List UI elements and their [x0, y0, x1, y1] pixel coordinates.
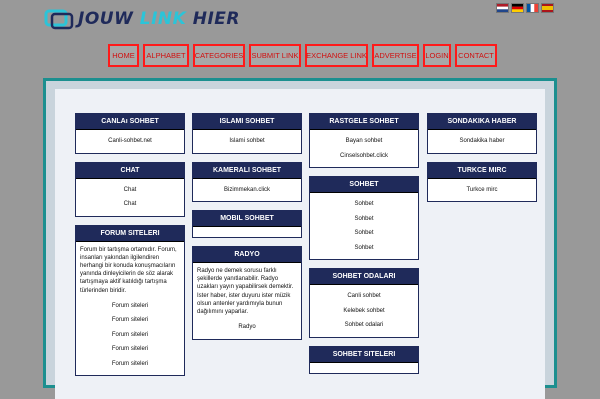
nav-home[interactable]: HOME — [108, 44, 139, 67]
content-area: CANLAı SOHBET Canli-sohbet.net CHAT Chat Cha… — [55, 89, 545, 399]
site-link[interactable]: Bizimmekan.click — [195, 183, 299, 198]
category-links: Forum bir tartışma ortamıdır. Forum, ins… — [76, 242, 184, 376]
category-links: Sohbet Sohbet Sohbet Sohbet — [310, 193, 418, 259]
site-link[interactable]: Forum siteleri — [78, 313, 182, 328]
category-links — [193, 227, 301, 237]
content-frame: CANLAı SOHBET Canli-sohbet.net CHAT Chat Cha… — [43, 78, 557, 399]
site-link[interactable]: Turkce mirc — [430, 183, 534, 198]
spain-flag-icon[interactable] — [541, 3, 554, 13]
nav-login[interactable]: LOGIN — [423, 44, 451, 67]
site-link[interactable]: Sohbet — [312, 197, 416, 212]
category-box-turkce-mirc: TURKCE MIRC Turkce mirc — [427, 161, 537, 202]
column-4: SONDAKIKA HABER Sondakika haber TURKCE MIR… — [427, 113, 537, 210]
site-link[interactable]: Sohbet — [312, 226, 416, 241]
nav-alphabet[interactable]: ALPHABET — [143, 44, 189, 67]
site-link[interactable]: Bayan sohbet — [312, 134, 416, 149]
site-link[interactable]: Forum siteleri — [78, 342, 182, 357]
category-title[interactable]: KAMERALI SOHBET — [193, 162, 301, 179]
nav-categories[interactable]: CATEGORIES — [193, 44, 245, 67]
category-box-forum-siteleri: FORUM SITELERI Forum bir tartışma ortamıd… — [75, 224, 185, 377]
category-title[interactable]: CHAT — [76, 162, 184, 179]
site-logo[interactable]: JOUW LINK HIER — [44, 7, 240, 31]
category-links: Sondakika haber — [428, 130, 536, 153]
nav-submit-link[interactable]: SUBMIT LINK — [249, 44, 301, 67]
site-link[interactable]: Sohbet — [312, 212, 416, 227]
category-links: Canli sohbet Kelebek sohbet Sohbet odalari — [310, 285, 418, 337]
nav-advertise[interactable]: ADVERTISE — [372, 44, 419, 67]
column-2: ISLAMI SOHBET Islami sohbet KAMERALI SOHBE… — [192, 113, 302, 348]
france-flag-icon[interactable] — [526, 3, 539, 13]
category-links: Radyo ne demek sorusu farklı şekillerde … — [193, 263, 301, 339]
column-3: RASTGELE SOHBET Bayan sohbet Cinselsohbet.… — [309, 113, 419, 382]
site-link[interactable]: Canli-sohbet.net — [78, 134, 182, 149]
site-link[interactable]: Forum siteleri — [78, 328, 182, 343]
nav-contact[interactable]: CONTACT — [455, 44, 497, 67]
category-title[interactable]: TURKCE MIRC — [428, 162, 536, 179]
category-title[interactable]: ISLAMI SOHBET — [193, 114, 301, 130]
site-link[interactable]: Sohbet — [312, 241, 416, 256]
site-link[interactable]: Chat — [78, 197, 182, 212]
category-description: Radyo ne demek sorusu farklı şekillerde … — [197, 268, 294, 316]
category-title[interactable]: FORUM SITELERI — [76, 225, 184, 242]
category-title[interactable]: SOHBET — [310, 177, 418, 193]
category-box-sondakika-haber: SONDAKIKA HABER Sondakika haber — [427, 113, 537, 154]
site-link[interactable]: Kelebek sohbet — [312, 304, 416, 319]
category-box-kamerali-sohbet: KAMERALI SOHBET Bizimmekan.click — [192, 161, 302, 202]
netherlands-flag-icon[interactable] — [496, 3, 509, 13]
category-title[interactable]: RADYO — [193, 247, 301, 263]
language-flags — [496, 3, 554, 13]
category-box-canla-sohbet: CANLAı SOHBET Canli-sohbet.net — [75, 113, 185, 154]
logo-text: JOUW LINK HIER — [78, 9, 241, 29]
link-chain-icon — [44, 9, 74, 30]
site-link[interactable]: Radyo — [195, 320, 299, 335]
site-link[interactable]: Sondakika haber — [430, 134, 534, 149]
site-link[interactable]: Islami sohbet — [195, 134, 299, 149]
category-title[interactable]: SONDAKIKA HABER — [428, 114, 536, 130]
category-links: Islami sohbet — [193, 130, 301, 153]
category-title[interactable]: RASTGELE SOHBET — [310, 114, 418, 130]
category-box-sohbet-odalari: SOHBET ODALARI Canli sohbet Kelebek sohbet… — [309, 268, 419, 338]
column-1: CANLAı SOHBET Canli-sohbet.net CHAT Chat Cha… — [75, 113, 185, 384]
category-title[interactable]: CANLAı SOHBET — [76, 114, 184, 130]
category-links: Canli-sohbet.net — [76, 130, 184, 153]
category-box-sohbet: SOHBET Sohbet Sohbet Sohbet Sohbet — [309, 176, 419, 260]
site-link[interactable]: Forum siteleri — [78, 299, 182, 314]
category-box-chat: CHAT Chat Chat — [75, 161, 185, 217]
category-title[interactable]: SOHBET ODALARI — [310, 269, 418, 285]
category-box-sohbet-siteleri: SOHBET SITELERI — [309, 345, 419, 374]
category-box-radyo: RADYO Radyo ne demek sorusu farklı şekill… — [192, 246, 302, 340]
site-link[interactable]: Forum siteleri — [78, 357, 182, 372]
category-links: Bayan sohbet Cinselsohbet.click — [310, 130, 418, 167]
category-title[interactable]: SOHBET SITELERI — [310, 346, 418, 363]
category-box-rastgele-sohbet: RASTGELE SOHBET Bayan sohbet Cinselsohbet.… — [309, 113, 419, 168]
category-title[interactable]: MOBIL SOHBET — [193, 211, 301, 227]
nav-exchange-link[interactable]: EXCHANGE LINK — [305, 44, 368, 67]
site-link[interactable]: Sohbet odalari — [312, 318, 416, 333]
germany-flag-icon[interactable] — [511, 3, 524, 13]
site-link[interactable]: Cinselsohbet.click — [312, 149, 416, 164]
category-links: Turkce mirc — [428, 179, 536, 202]
category-box-mobil-sohbet: MOBIL SOHBET — [192, 210, 302, 238]
category-box-islami-sohbet: ISLAMI SOHBET Islami sohbet — [192, 113, 302, 154]
category-links: Chat Chat — [76, 179, 184, 216]
site-link[interactable]: Chat — [78, 183, 182, 198]
main-navigation: HOME ALPHABET CATEGORIES SUBMIT LINK EXC… — [108, 44, 497, 67]
category-links — [310, 363, 418, 373]
category-links: Bizimmekan.click — [193, 179, 301, 202]
category-description: Forum bir tartışma ortamıdır. Forum, ins… — [80, 246, 177, 294]
site-link[interactable]: Canli sohbet — [312, 289, 416, 304]
